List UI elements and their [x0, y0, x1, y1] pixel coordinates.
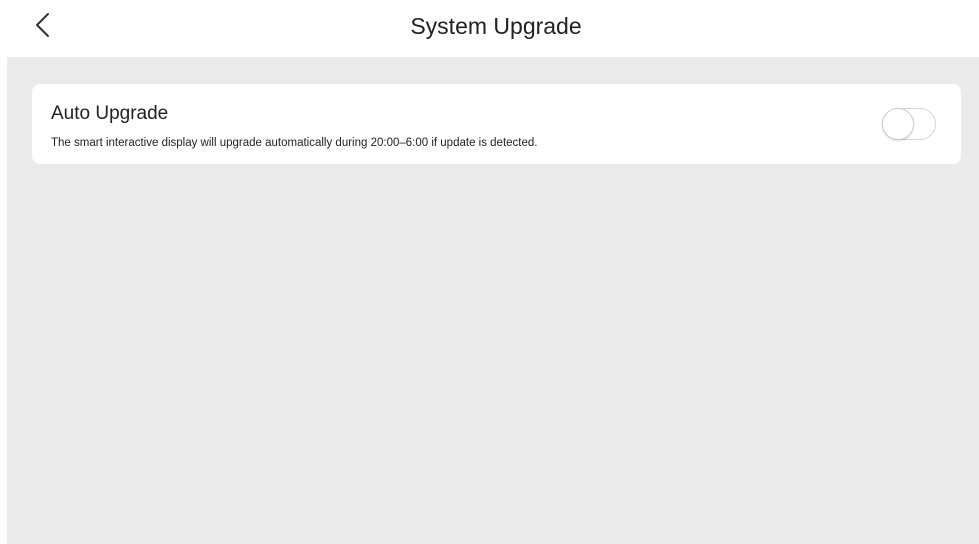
- auto-upgrade-card: Auto Upgrade The smart interactive displ…: [32, 84, 961, 164]
- content-area: Auto Upgrade The smart interactive displ…: [7, 57, 979, 544]
- header-bar: System Upgrade: [0, 0, 979, 57]
- auto-upgrade-toggle[interactable]: [882, 108, 936, 140]
- auto-upgrade-description: The smart interactive display will upgra…: [51, 137, 538, 149]
- toggle-knob: [882, 108, 914, 140]
- auto-upgrade-title: Auto Upgrade: [51, 103, 169, 124]
- page-title: System Upgrade: [410, 13, 582, 39]
